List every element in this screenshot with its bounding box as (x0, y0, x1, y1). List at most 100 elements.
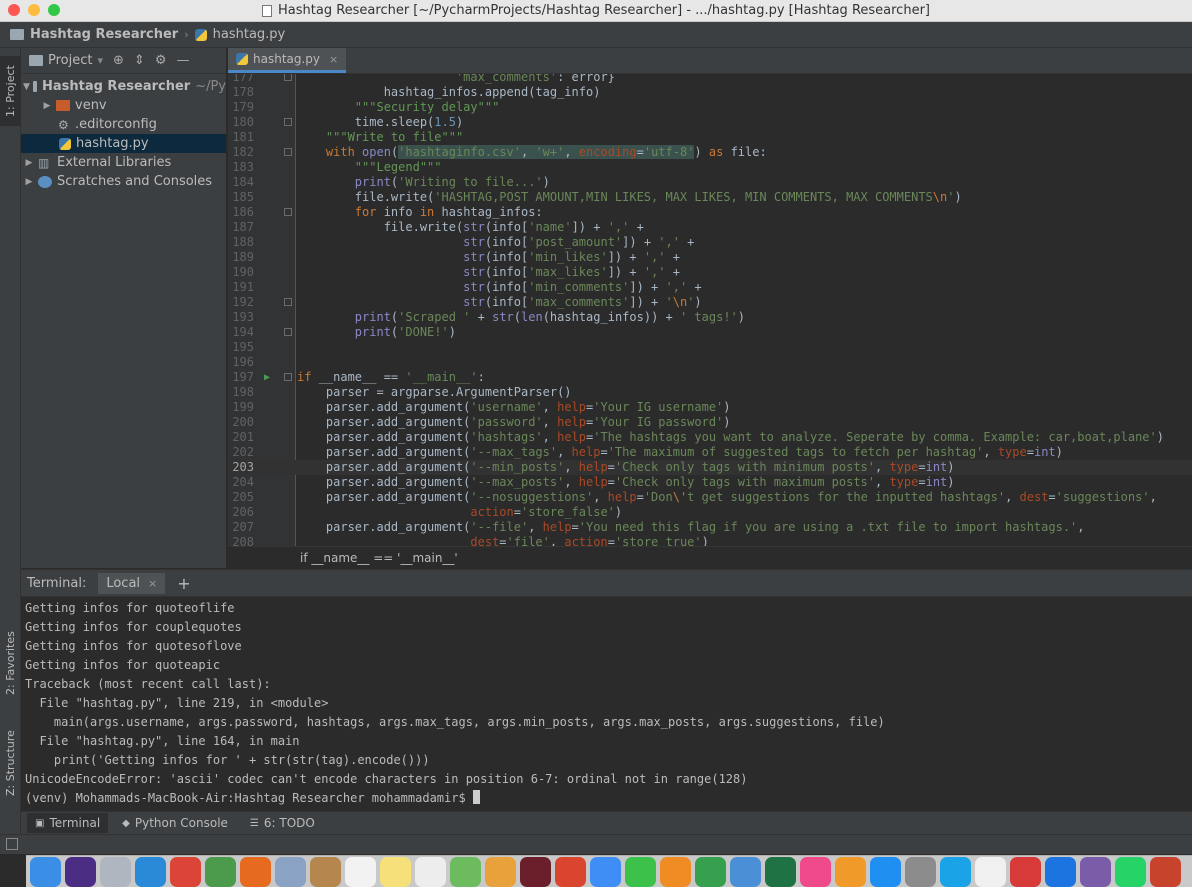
tree-item-venv[interactable]: ▶ venv (21, 96, 226, 115)
maps-icon[interactable] (450, 856, 481, 887)
tool-tab-favorites[interactable]: 2: Favorites (0, 618, 21, 708)
run-icon[interactable]: ▶ (264, 370, 270, 385)
minimize-window-button[interactable] (28, 4, 40, 16)
reminders-icon[interactable] (415, 856, 446, 887)
tree-item-scratches[interactable]: ▶ Scratches and Consoles (21, 172, 226, 191)
macos-dock (26, 855, 1192, 887)
project-view-dropdown[interactable]: Project ▾ (29, 53, 103, 68)
code-line: 196 (232, 355, 254, 369)
contacts-icon[interactable] (310, 856, 341, 887)
chevron-right-icon: › (184, 28, 189, 41)
fold-icon (284, 328, 292, 336)
close-window-button[interactable] (8, 4, 20, 16)
terminal-output[interactable]: Getting infos for quoteoflife Getting in… (21, 597, 1192, 808)
status-bar (0, 834, 1192, 854)
todo-list-icon: ☰ (249, 817, 259, 829)
photobooth-icon[interactable] (520, 856, 551, 887)
code-line: 191 str(info['min_comments']) + ',' + (232, 280, 702, 294)
books-icon[interactable] (835, 856, 866, 887)
tool-tab-structure[interactable]: Z: Structure (0, 718, 21, 808)
terminal-line: Getting infos for quotesoflove (25, 639, 242, 653)
toggle-tool-windows-icon[interactable] (6, 838, 18, 850)
locate-icon[interactable]: ⊕ (113, 53, 124, 68)
gear-icon[interactable]: ⚙ (155, 53, 167, 68)
finder-icon[interactable] (30, 856, 61, 887)
maximize-window-button[interactable] (48, 4, 60, 16)
tool-tab-todo[interactable]: ☰ 6: TODO (242, 813, 323, 833)
globe-icon[interactable] (205, 856, 236, 887)
pages-icon[interactable] (660, 856, 691, 887)
code-line: 188 str(info['post_amount']) + ',' + (232, 235, 695, 249)
messages-icon[interactable] (590, 856, 621, 887)
fold-icon (284, 298, 292, 306)
tree-item-external-libraries[interactable]: ▶ ▥ External Libraries (21, 153, 226, 172)
appstore-icon[interactable] (870, 856, 901, 887)
code-line: 200 parser.add_argument('password', help… (232, 415, 731, 429)
safari-icon[interactable] (135, 856, 166, 887)
close-tab-icon[interactable]: × (329, 53, 338, 66)
settings-icon[interactable] (905, 856, 936, 887)
code-line: 206 action='store_false') (232, 505, 623, 519)
editor-tab-hashtag-py[interactable]: hashtag.py × (228, 48, 347, 73)
terminal-tab-local[interactable]: Local × (98, 572, 166, 594)
collapse-arrow-icon: ▶ (25, 176, 33, 187)
python-file-icon (59, 137, 71, 150)
tree-item-project-root[interactable]: ▼ Hashtag Researcher ~/Py (21, 77, 226, 96)
tree-item-hashtag-py[interactable]: hashtag.py (21, 134, 226, 153)
numbers-icon[interactable] (695, 856, 726, 887)
preview-icon[interactable] (275, 856, 306, 887)
editor-tabs: hashtag.py × (228, 48, 1192, 74)
cyberduck-icon[interactable] (1080, 856, 1111, 887)
folder-icon (29, 55, 43, 66)
library-icon: ▥ (38, 155, 50, 170)
notes-icon[interactable] (380, 856, 411, 887)
code-area[interactable]: 177 'max_comments': error} 178 hashtag_i… (228, 74, 1192, 546)
textedit-icon[interactable] (975, 856, 1006, 887)
nav-file-crumb[interactable]: hashtag.py (213, 27, 286, 42)
tool-tab-project[interactable]: 1: Project (0, 56, 21, 126)
tree-item-editorconfig[interactable]: ⚙ .editorconfig (21, 115, 226, 134)
facetime-icon[interactable] (625, 856, 656, 887)
code-line: 177 'max_comments': error} (232, 74, 615, 84)
left-tool-strip: 1: Project 2: Favorites Z: Structure (0, 48, 21, 834)
siri-icon[interactable] (65, 856, 96, 887)
close-tab-icon[interactable]: × (148, 577, 157, 590)
popcorn-icon[interactable] (555, 856, 586, 887)
chrome-icon[interactable] (170, 856, 201, 887)
calendar-icon[interactable] (345, 856, 376, 887)
code-line: 202 parser.add_argument('--max_tags', he… (232, 445, 1063, 459)
window-titlebar: Hashtag Researcher [~/PycharmProjects/Ha… (0, 0, 1192, 22)
tool-tab-terminal[interactable]: ▣ Terminal (27, 813, 109, 833)
itunes-icon[interactable] (800, 856, 831, 887)
nav-project-crumb[interactable]: Hashtag Researcher (30, 27, 178, 42)
skype-icon[interactable] (940, 856, 971, 887)
excel-icon[interactable] (765, 856, 796, 887)
teamviewer-icon[interactable] (1045, 856, 1076, 887)
keynote-icon[interactable] (730, 856, 761, 887)
terminal-label: Terminal: (27, 575, 87, 591)
launchpad-icon[interactable] (100, 856, 131, 887)
tool-tab-python-console[interactable]: ◆ Python Console (114, 813, 236, 833)
bottom-tool-tabs: ▣ Terminal ◆ Python Console ☰ 6: TODO (21, 811, 1192, 834)
code-line: 208 dest='file', action='store_true') (232, 535, 709, 546)
code-line: 184 print('Writing to file...') (232, 175, 550, 189)
expand-arrow-icon: ▼ (23, 81, 30, 92)
code-line: 195 (232, 340, 254, 354)
code-line: 204 parser.add_argument('--max_posts', h… (232, 475, 955, 489)
terminal-prompt-line[interactable]: (venv) Mohammads-MacBook-Air:Hashtag Res… (25, 789, 1192, 808)
powerpoint-icon[interactable] (1150, 856, 1181, 887)
whatsapp-icon[interactable] (1115, 856, 1146, 887)
firefox-icon[interactable] (240, 856, 271, 887)
terminal-icon: ▣ (35, 817, 45, 829)
folder-icon (32, 81, 37, 92)
fold-icon (284, 118, 292, 126)
new-terminal-icon[interactable]: + (177, 574, 190, 593)
flashcards-icon[interactable] (1010, 856, 1041, 887)
code-breadcrumb[interactable]: if __name__ == '__main__' (228, 546, 1192, 568)
code-line: 207 parser.add_argument('--file', help='… (232, 520, 1085, 534)
photos-icon[interactable] (485, 856, 516, 887)
project-panel-header: Project ▾ ⊕ ⇕ ⚙ — (21, 48, 226, 74)
collapse-icon[interactable]: ⇕ (134, 53, 145, 68)
hide-icon[interactable]: — (176, 53, 189, 68)
terminal-line: File "hashtag.py", line 164, in main (25, 734, 300, 748)
